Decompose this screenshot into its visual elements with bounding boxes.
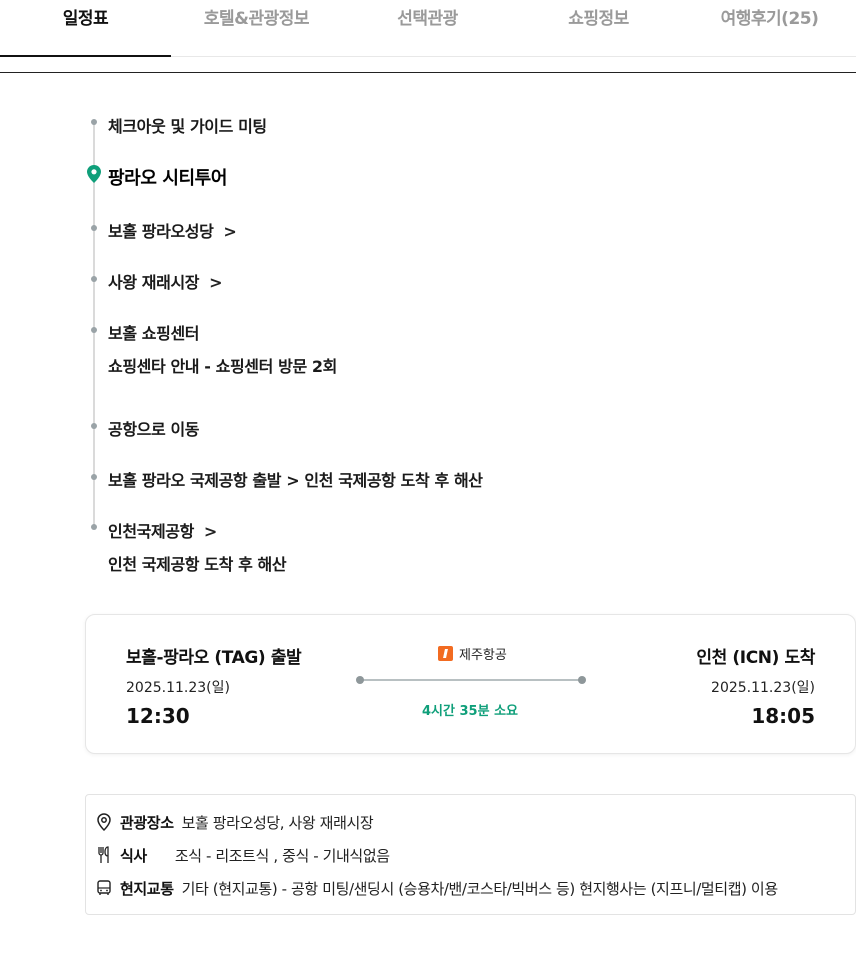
day-info-box: 관광장소 보홀 팡라오성당, 사왕 재래시장 식사 조식 - 리조트식 , 중식 -… <box>85 794 856 915</box>
section-divider <box>0 72 856 73</box>
flight-end-dot <box>578 676 586 684</box>
chevron-right-icon[interactable]: > <box>209 273 222 292</box>
timeline-item-departure: 보홀 팡라오 국제공항 출발 > 인천 국제공항 도착 후 해산 <box>108 471 483 490</box>
flight-start-dot <box>356 676 364 684</box>
timeline-item-incheon[interactable]: 인천국제공항 > <box>108 518 217 542</box>
timeline-dot <box>91 524 97 530</box>
airline-name: 제주항공 <box>438 644 507 663</box>
location-pin-icon <box>97 813 111 831</box>
info-row-transport: 현지교통 기타 (현지교통) - 공항 미팅/샌딩시 (승용차/밴/코스타/빅버스… <box>96 878 778 899</box>
timeline-dot <box>91 327 97 333</box>
timeline-item-city-tour: 팡라오 시티투어 <box>108 168 227 189</box>
tab-itinerary[interactable]: 일정표 <box>0 0 171 57</box>
info-value-transport: 기타 (현지교통) - 공항 미팅/샌딩시 (승용차/밴/코스타/빅버스 등) … <box>181 880 779 898</box>
tab-hotel-info[interactable]: 호텔&관광정보 <box>171 0 342 57</box>
info-label-transport: 현지교통 <box>120 880 174 898</box>
departure-route: 보홀-팡라오 (TAG) 출발 <box>126 648 302 668</box>
timeline-dot <box>91 225 97 231</box>
map-pin-icon <box>87 165 101 183</box>
flight-card: 보홀-팡라오 (TAG) 출발 2025.11.23(일) 12:30 제주항공… <box>85 614 856 754</box>
arrival-date: 2025.11.23(일) <box>711 680 815 696</box>
timeline-dot <box>91 276 97 282</box>
tab-reviews[interactable]: 여행후기(25) <box>684 0 855 57</box>
tab-bar: 일정표 호텔&관광정보 선택관광 쇼핑정보 여행후기(25) <box>0 0 856 57</box>
timeline-item-label[interactable]: 사왕 재래시장 <box>108 273 199 292</box>
timeline-item-to-airport: 공항으로 이동 <box>108 420 200 439</box>
info-label-meal: 식사 <box>120 847 147 865</box>
flight-departure: 보홀-팡라오 (TAG) 출발 2025.11.23(일) 12:30 <box>126 643 302 728</box>
airline-logo-icon <box>438 646 453 661</box>
tab-optional-tour[interactable]: 선택관광 <box>342 0 513 57</box>
info-value-sights: 보홀 팡라오성당, 사왕 재래시장 <box>181 814 374 832</box>
flight-duration: 4시간 35분 소요 <box>422 704 518 719</box>
info-value-meal: 조식 - 리조트식 , 중식 - 기내식없음 <box>174 847 390 865</box>
timeline-item-church[interactable]: 보홀 팡라오성당 > <box>108 218 237 242</box>
chevron-right-icon[interactable]: > <box>204 522 217 541</box>
timeline-dot <box>91 474 97 480</box>
timeline-item-label[interactable]: 인천국제공항 <box>108 522 194 541</box>
arrival-route: 인천 (ICN) 도착 <box>696 648 815 668</box>
departure-time: 12:30 <box>126 704 190 728</box>
timeline-item-market[interactable]: 사왕 재래시장 > <box>108 269 223 293</box>
timeline-dot <box>91 119 97 125</box>
flight-path-line <box>360 679 582 681</box>
info-row-sights: 관광장소 보홀 팡라오성당, 사왕 재래시장 <box>96 812 374 833</box>
flight-arrival: 인천 (ICN) 도착 2025.11.23(일) 18:05 <box>696 643 815 728</box>
timeline-item-checkout: 체크아웃 및 가이드 미팅 <box>108 117 267 136</box>
tab-shopping-info[interactable]: 쇼핑정보 <box>513 0 684 57</box>
timeline-item-label[interactable]: 보홀 팡라오성당 <box>108 222 214 241</box>
flight-path: 제주항공 4시간 35분 소요 <box>356 643 586 733</box>
info-row-meal: 식사 조식 - 리조트식 , 중식 - 기내식없음 <box>96 845 390 866</box>
departure-date: 2025.11.23(일) <box>126 680 230 696</box>
chevron-right-icon[interactable]: > <box>223 222 236 241</box>
timeline-dot <box>91 423 97 429</box>
airline-label: 제주항공 <box>459 648 507 663</box>
arrival-time: 18:05 <box>751 704 815 728</box>
bus-icon <box>97 880 111 895</box>
timeline-item-shopping-center: 보홀 쇼핑센터 <box>108 324 200 343</box>
timeline-subtext-shopping: 쇼핑센타 안내 - 쇼핑센터 방문 2회 <box>108 357 337 376</box>
info-label-sights: 관광장소 <box>120 814 174 832</box>
timeline-subtext-incheon: 인천 국제공항 도착 후 해산 <box>108 555 287 574</box>
utensils-icon <box>98 846 109 863</box>
